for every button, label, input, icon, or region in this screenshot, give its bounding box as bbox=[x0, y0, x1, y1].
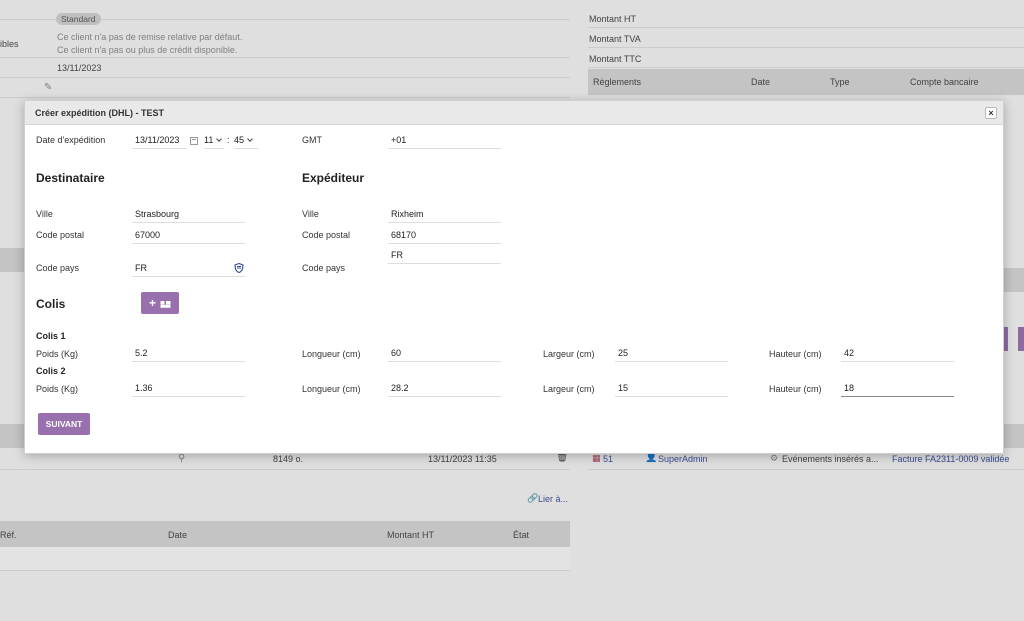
calendar-icon[interactable] bbox=[190, 137, 198, 145]
dialog-titlebar: Créer expédition (DHL) - TEST × bbox=[25, 101, 1003, 125]
sender-postal-input[interactable]: 68170 bbox=[388, 228, 501, 244]
ship-date-input[interactable]: 13/11/2023 bbox=[132, 133, 187, 149]
ship-date-label: Date d'expédition bbox=[36, 135, 106, 145]
parcel-1-weight-label: Poids (Kg) bbox=[36, 349, 79, 359]
sender-city-input[interactable]: Rixheim bbox=[388, 207, 501, 223]
sender-country-label: Code pays bbox=[302, 263, 346, 273]
hour-value: 11 bbox=[204, 135, 214, 145]
sender-country-input[interactable]: FR bbox=[388, 248, 501, 264]
next-button[interactable]: SUIVANT bbox=[38, 413, 90, 435]
parcels-heading: Colis bbox=[36, 297, 66, 311]
recipient-country-label: Code pays bbox=[36, 263, 80, 273]
parcel-1-width-input[interactable]: 25 bbox=[615, 346, 728, 362]
parcel-2-weight-input[interactable]: 1.36 bbox=[132, 381, 245, 397]
parcel-1-width-label: Largeur (cm) bbox=[543, 349, 595, 359]
gmt-label: GMT bbox=[302, 135, 322, 145]
recipient-postal-label: Code postal bbox=[36, 230, 85, 240]
time-separator: : bbox=[227, 135, 230, 145]
parcel-1-height-label: Hauteur (cm) bbox=[769, 349, 822, 359]
parcel-2-width-label: Largeur (cm) bbox=[543, 384, 595, 394]
parcel-2-length-input[interactable]: 28.2 bbox=[388, 381, 501, 397]
minute-select[interactable]: 45 bbox=[234, 133, 258, 149]
recipient-city-label: Ville bbox=[36, 209, 53, 219]
parcel-1-length-label: Longueur (cm) bbox=[302, 349, 361, 359]
chevron-down-icon bbox=[216, 136, 223, 142]
parcel-2-title: Colis 2 bbox=[36, 366, 66, 376]
recipient-country-select[interactable]: FR bbox=[132, 261, 245, 277]
chevron-down-icon bbox=[247, 136, 253, 142]
sender-city-label: Ville bbox=[302, 209, 319, 219]
dialog-title: Créer expédition (DHL) - TEST bbox=[35, 108, 165, 118]
sender-heading: Expéditeur bbox=[302, 171, 365, 185]
parcel-1-title: Colis 1 bbox=[36, 331, 66, 341]
parcel-1-length-input[interactable]: 60 bbox=[388, 346, 501, 362]
plus-icon: + bbox=[148, 296, 156, 310]
shield-icon bbox=[234, 263, 244, 273]
parcel-2-length-label: Longueur (cm) bbox=[302, 384, 361, 394]
sender-postal-label: Code postal bbox=[302, 230, 351, 240]
hour-select[interactable]: 11 bbox=[204, 133, 224, 149]
gmt-input[interactable]: +01 bbox=[388, 133, 501, 149]
parcel-2-weight-label: Poids (Kg) bbox=[36, 384, 79, 394]
parcel-2-height-input[interactable]: 18 bbox=[841, 381, 954, 397]
boxes-icon bbox=[160, 300, 171, 308]
parcel-1-weight-input[interactable]: 5.2 bbox=[132, 346, 245, 362]
parcel-2-width-input[interactable]: 15 bbox=[615, 381, 728, 397]
recipient-city-input[interactable]: Strasbourg bbox=[132, 207, 245, 223]
recipient-heading: Destinataire bbox=[36, 171, 105, 185]
parcel-1-height-input[interactable]: 42 bbox=[841, 346, 954, 362]
minute-value: 45 bbox=[234, 135, 245, 145]
create-shipment-dialog: Créer expédition (DHL) - TEST × Date d'e… bbox=[24, 100, 1004, 454]
close-button[interactable]: × bbox=[985, 107, 997, 119]
recipient-postal-input[interactable]: 67000 bbox=[132, 228, 245, 244]
parcel-2-height-label: Hauteur (cm) bbox=[769, 384, 822, 394]
add-parcel-button[interactable]: + bbox=[141, 292, 179, 314]
